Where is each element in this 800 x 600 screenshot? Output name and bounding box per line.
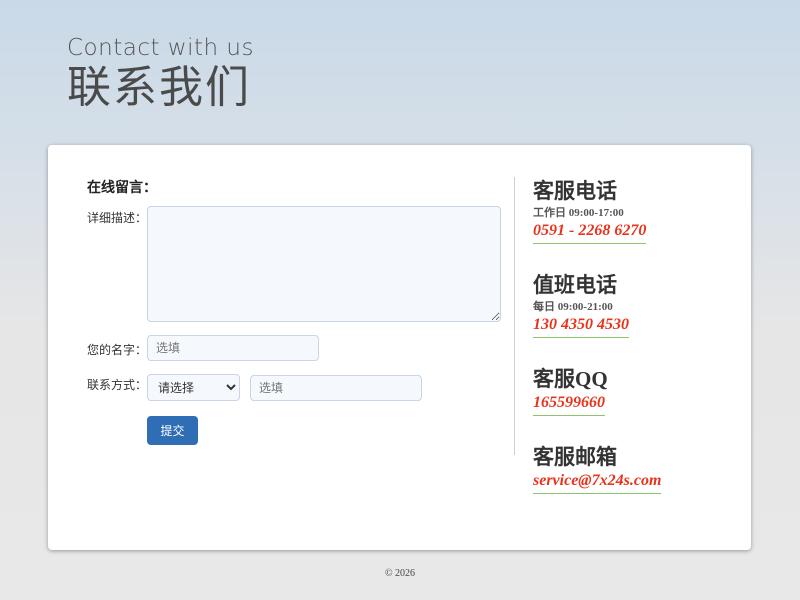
submit-button[interactable]: 提交 bbox=[147, 416, 198, 445]
hero-chinese-title: 联系我们 bbox=[67, 62, 251, 113]
contact-value[interactable]: 165599660 bbox=[533, 393, 605, 416]
contact-method-label: 联系方式： bbox=[87, 378, 148, 392]
hero-english-title: Contact with us bbox=[67, 35, 254, 61]
copyright-footer: © 2026 bbox=[384, 568, 416, 579]
contact-title: 客服电话 bbox=[533, 179, 617, 203]
contact-value[interactable]: 0591 - 2268 6270 bbox=[533, 221, 647, 244]
hero-header: Contact with us 联系我们 bbox=[67, 34, 254, 114]
contact-title: 值班电话 bbox=[533, 273, 617, 297]
contact-detail-input[interactable] bbox=[250, 375, 422, 401]
contact-hours: 每日 09:00-21:00 bbox=[533, 301, 613, 313]
name-label: 您的名字： bbox=[87, 343, 148, 357]
contact-card: 在线留言： 详细描述： 您的名字： 联系方式： 请选择 提交 客服电话 工作日 … bbox=[48, 145, 751, 550]
contact-block-duty-phone: 值班电话 每日 09:00-21:00 130 4350 4530 bbox=[533, 272, 629, 338]
contact-method-select[interactable]: 请选择 bbox=[147, 374, 240, 401]
contact-hours: 工作日 09:00-17:00 bbox=[533, 207, 624, 219]
description-label: 详细描述： bbox=[87, 211, 148, 225]
vertical-divider bbox=[514, 177, 515, 455]
name-input[interactable] bbox=[147, 335, 319, 361]
contact-value[interactable]: service@7x24s.com bbox=[533, 471, 662, 494]
form-title: 在线留言： bbox=[87, 179, 157, 195]
contact-block-qq: 客服QQ 165599660 bbox=[533, 366, 608, 416]
contact-value[interactable]: 130 4350 4530 bbox=[533, 315, 629, 338]
contact-block-email: 客服邮箱 service@7x24s.com bbox=[533, 444, 662, 494]
contact-block-service-phone: 客服电话 工作日 09:00-17:00 0591 - 2268 6270 bbox=[533, 178, 647, 244]
contact-title: 客服QQ bbox=[533, 367, 608, 391]
description-textarea[interactable] bbox=[147, 206, 501, 322]
contact-title: 客服邮箱 bbox=[533, 445, 617, 469]
